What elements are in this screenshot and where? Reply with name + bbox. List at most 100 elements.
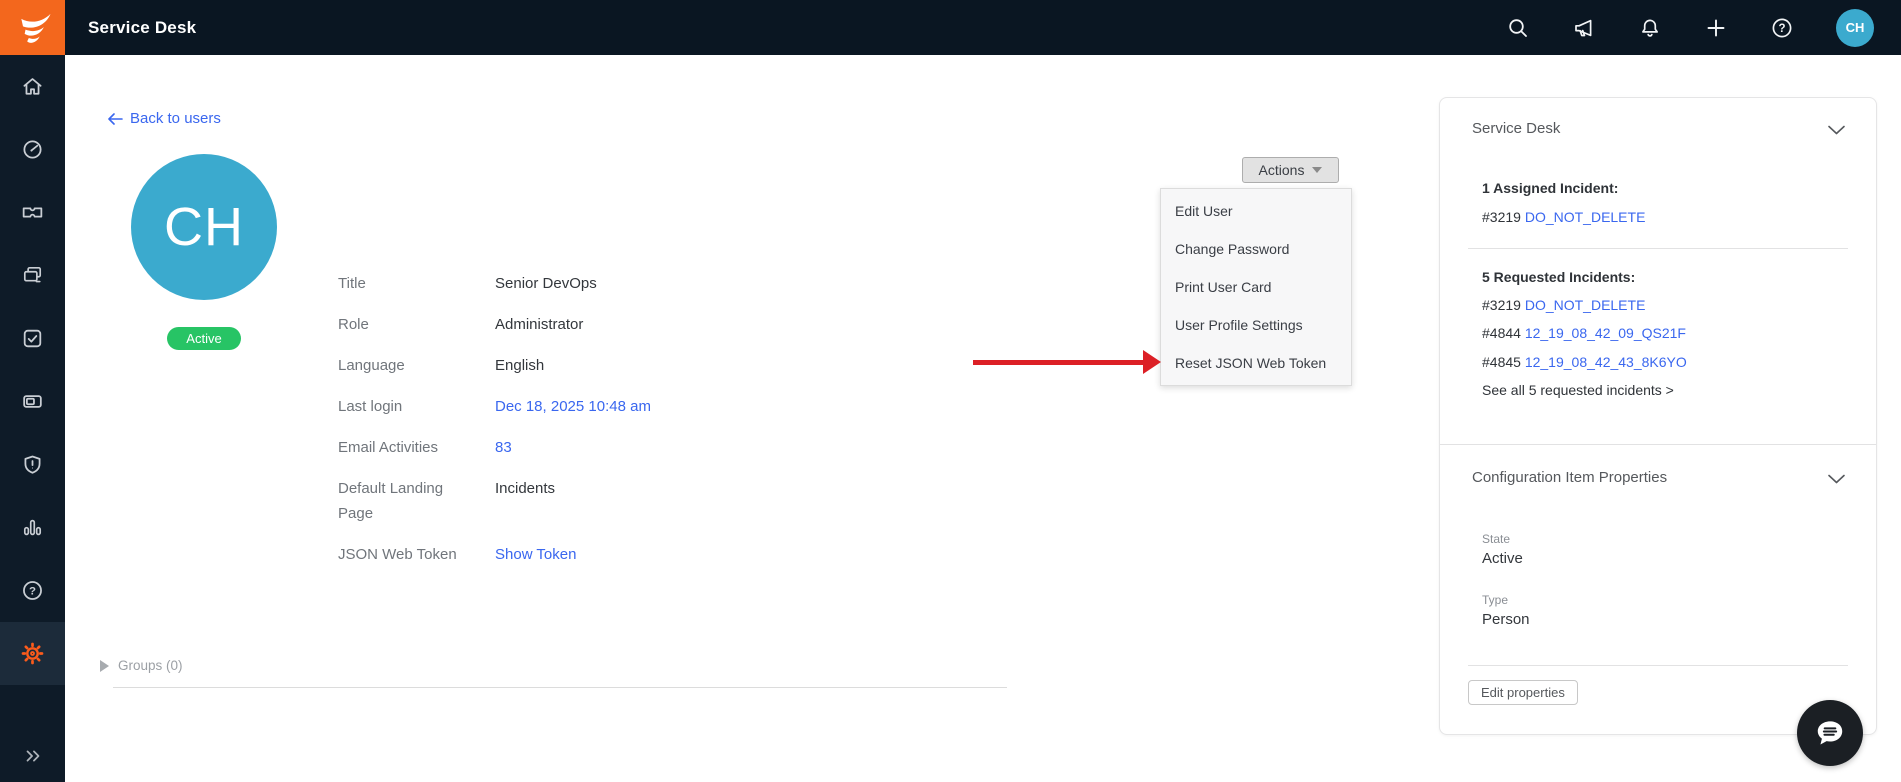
home-icon xyxy=(20,74,45,99)
back-link-label: Back to users xyxy=(130,110,221,127)
see-all-requested-link[interactable]: See all 5 requested incidents > xyxy=(1482,382,1674,398)
chat-fab-button[interactable] xyxy=(1797,700,1863,766)
field-value: English xyxy=(495,353,808,378)
type-value: Person xyxy=(1482,611,1530,628)
field-label: Default Landing Page xyxy=(338,476,468,526)
detail-row-language: Language English xyxy=(338,353,808,378)
field-label: Language xyxy=(338,353,468,378)
assigned-incidents-header: 1 Assigned Incident: xyxy=(1482,180,1618,196)
solarwinds-swirl-icon xyxy=(13,8,53,48)
sidebar-item-incidents[interactable] xyxy=(0,181,65,244)
panel-section-divider xyxy=(1440,444,1876,445)
requested-incident-row: #3219 DO_NOT_DELETE xyxy=(1482,297,1645,313)
last-login-link[interactable]: Dec 18, 2025 10:48 am xyxy=(495,394,808,419)
incident-link[interactable]: 12_19_08_42_09_QS21F xyxy=(1525,325,1686,341)
svg-text:?: ? xyxy=(1778,23,1785,35)
detail-row-email-activities: Email Activities 83 xyxy=(338,435,808,460)
menu-item-print-user-card[interactable]: Print User Card xyxy=(1161,268,1351,306)
field-label: Role xyxy=(338,312,468,337)
sidebar-expand-button[interactable] xyxy=(0,736,65,776)
sidebar-item-dashboard[interactable] xyxy=(0,118,65,181)
state-label: State xyxy=(1482,532,1510,546)
field-label: Title xyxy=(338,271,468,296)
groups-divider xyxy=(113,687,1007,688)
requested-incident-row: #4844 12_19_08_42_09_QS21F xyxy=(1482,325,1686,341)
user-avatar-large: CH xyxy=(131,154,277,300)
checkbox-icon xyxy=(20,326,45,351)
detail-row-last-login: Last login Dec 18, 2025 10:48 am xyxy=(338,394,808,419)
actions-dropdown-menu: Edit User Change Password Print User Car… xyxy=(1160,188,1352,386)
field-label: Last login xyxy=(338,394,468,419)
back-to-users-link[interactable]: Back to users xyxy=(108,110,221,127)
bell-icon[interactable] xyxy=(1638,16,1662,40)
state-value: Active xyxy=(1482,550,1523,567)
gauge-icon xyxy=(20,137,45,162)
screens-icon xyxy=(20,263,45,288)
field-label: JSON Web Token xyxy=(338,542,468,567)
help-icon[interactable]: ? xyxy=(1770,16,1794,40)
plus-icon[interactable] xyxy=(1704,16,1728,40)
user-details: Title Senior DevOps Role Administrator L… xyxy=(338,271,808,583)
sidebar-item-home[interactable] xyxy=(0,55,65,118)
panel-divider xyxy=(1468,665,1848,666)
incident-link[interactable]: DO_NOT_DELETE xyxy=(1525,209,1646,225)
solarwinds-logo[interactable] xyxy=(0,0,65,55)
card-icon xyxy=(20,389,45,414)
incident-id: #4845 xyxy=(1482,354,1521,370)
panel-divider xyxy=(1468,248,1848,249)
megaphone-icon[interactable] xyxy=(1572,16,1596,40)
type-label: Type xyxy=(1482,593,1508,607)
sidebar-item-risks[interactable] xyxy=(0,433,65,496)
incident-id: #3219 xyxy=(1482,297,1521,313)
sidebar-item-service-catalog[interactable] xyxy=(0,307,65,370)
actions-button-label: Actions xyxy=(1259,162,1305,178)
service-desk-app: Service Desk ? CH xyxy=(0,0,1901,782)
right-panel: Service Desk 1 Assigned Incident: #3219 … xyxy=(1439,97,1877,735)
groups-label: Groups (0) xyxy=(118,658,183,673)
help-circle-icon: ? xyxy=(20,578,45,603)
user-avatar-small[interactable]: CH xyxy=(1836,9,1874,47)
sidebar-item-solutions[interactable] xyxy=(0,370,65,433)
field-value: Senior DevOps xyxy=(495,271,808,296)
menu-item-change-password[interactable]: Change Password xyxy=(1161,230,1351,268)
detail-row-default-landing-page: Default Landing Page Incidents xyxy=(338,476,808,526)
menu-item-edit-user[interactable]: Edit User xyxy=(1161,192,1351,230)
sidebar-item-assets[interactable] xyxy=(0,244,65,307)
sidebar-item-setup[interactable] xyxy=(0,622,65,685)
menu-item-user-profile-settings[interactable]: User Profile Settings xyxy=(1161,306,1351,344)
assigned-incident-row: #3219 DO_NOT_DELETE xyxy=(1482,209,1645,225)
left-nav: ? xyxy=(0,55,65,782)
search-icon[interactable] xyxy=(1506,16,1530,40)
back-arrow-icon xyxy=(108,113,123,125)
edit-properties-button[interactable]: Edit properties xyxy=(1468,680,1578,705)
app-title: Service Desk xyxy=(88,18,196,38)
chevron-down-icon xyxy=(1312,167,1322,173)
edit-properties-label: Edit properties xyxy=(1481,685,1565,700)
menu-item-reset-json-web-token[interactable]: Reset JSON Web Token xyxy=(1161,344,1351,382)
annotation-arrow xyxy=(973,349,1161,375)
incident-id: #3219 xyxy=(1482,209,1521,225)
collapse-chevron-icon[interactable] xyxy=(1828,474,1845,484)
ci-properties-title: Configuration Item Properties xyxy=(1472,469,1667,486)
collapsed-triangle-icon xyxy=(100,660,109,672)
incident-link[interactable]: 12_19_08_42_43_8K6YO xyxy=(1525,354,1687,370)
incident-link[interactable]: DO_NOT_DELETE xyxy=(1525,297,1646,313)
field-value: Administrator xyxy=(495,312,808,337)
requested-incidents-header: 5 Requested Incidents: xyxy=(1482,269,1635,285)
field-value: Incidents xyxy=(495,476,808,526)
annotation-arrow-head xyxy=(1143,350,1161,374)
service-desk-panel-title: Service Desk xyxy=(1472,120,1560,137)
groups-toggle[interactable]: Groups (0) xyxy=(100,658,1007,673)
shield-alert-icon xyxy=(20,452,45,477)
chat-bubble-icon xyxy=(1813,716,1847,750)
sidebar-item-reports[interactable] xyxy=(0,496,65,559)
double-chevron-right-icon xyxy=(22,745,44,767)
sidebar-item-help[interactable]: ? xyxy=(0,559,65,622)
collapse-chevron-icon[interactable] xyxy=(1828,125,1845,135)
bar-chart-icon xyxy=(20,515,45,540)
gear-icon xyxy=(20,641,45,666)
actions-button[interactable]: Actions xyxy=(1242,157,1339,183)
email-activities-link[interactable]: 83 xyxy=(495,435,808,460)
topbar-actions: ? CH xyxy=(1506,9,1901,47)
show-token-link[interactable]: Show Token xyxy=(495,542,808,567)
